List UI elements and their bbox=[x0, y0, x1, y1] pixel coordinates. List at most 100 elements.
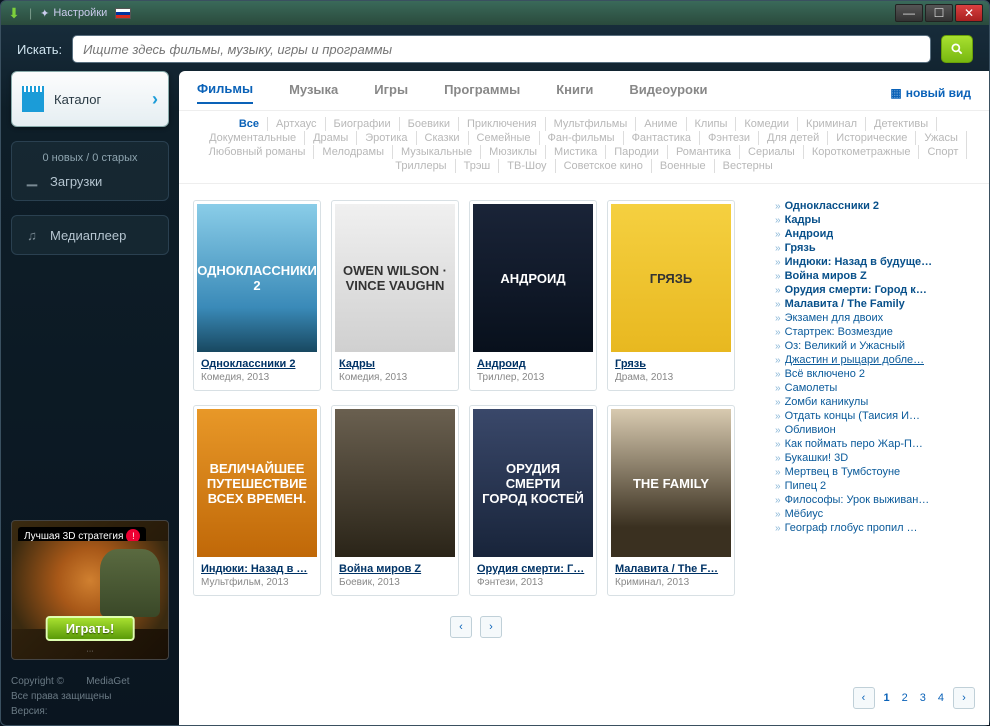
movie-card[interactable]: THE FAMILYМалавита / The F…Криминал, 201… bbox=[607, 405, 735, 596]
genre-tag[interactable]: ТВ-Шоу bbox=[499, 159, 555, 173]
genre-tag[interactable]: Исторические bbox=[828, 131, 916, 145]
right-list-item[interactable]: »Философы: Урок выживан… bbox=[775, 494, 975, 508]
genre-tag[interactable]: Музыкальные bbox=[393, 145, 481, 159]
settings-button[interactable]: ✦ Настройки bbox=[40, 7, 107, 20]
right-list-item[interactable]: »Отдать концы (Таисия И… bbox=[775, 410, 975, 424]
genre-tag[interactable]: Приключения bbox=[459, 117, 546, 131]
right-pager-prev-button[interactable]: ‹ bbox=[853, 687, 875, 709]
genre-tag[interactable]: Мелодрамы bbox=[314, 145, 393, 159]
genre-tag[interactable]: Любовный романы bbox=[201, 145, 315, 159]
genre-tag[interactable]: Драмы bbox=[305, 131, 357, 145]
right-list-item[interactable]: »Орудия смерти: Город к… bbox=[775, 284, 975, 298]
genre-tag[interactable]: Фэнтези bbox=[700, 131, 759, 145]
movie-card[interactable]: ГРЯЗЬГрязьДрама, 2013 bbox=[607, 200, 735, 391]
movie-card[interactable]: ОРУДИЯ СМЕРТИГОРОД КОСТЕЙОрудия смерти: … bbox=[469, 405, 597, 596]
right-list-item[interactable]: »Экзамен для двоих bbox=[775, 312, 975, 326]
right-list-item[interactable]: »Самолеты bbox=[775, 382, 975, 396]
flag-ru-icon[interactable] bbox=[115, 8, 131, 19]
genre-tag[interactable]: Романтика bbox=[668, 145, 740, 159]
right-list-item[interactable]: »Война миров Z bbox=[775, 270, 975, 284]
right-list-item[interactable]: »Всё включено 2 bbox=[775, 368, 975, 382]
new-view-button[interactable]: ▦новый вид bbox=[890, 86, 971, 100]
right-list-item[interactable]: »Грязь bbox=[775, 242, 975, 256]
genre-tag[interactable]: Ужасы bbox=[916, 131, 967, 145]
window-minimize-button[interactable]: — bbox=[895, 4, 923, 22]
sidebar-item-mediaplayer[interactable]: ♫ Медиаплеер bbox=[11, 215, 169, 255]
search-input[interactable] bbox=[72, 35, 931, 63]
genre-tag[interactable]: Мультфильмы bbox=[546, 117, 637, 131]
right-list-item[interactable]: »Андроид bbox=[775, 228, 975, 242]
genre-tag[interactable]: Биографии bbox=[326, 117, 400, 131]
topnav-item[interactable]: Программы bbox=[444, 82, 520, 103]
pager-prev-button[interactable]: ‹ bbox=[450, 616, 472, 638]
window-maximize-button[interactable]: ☐ bbox=[925, 4, 953, 22]
genre-tag[interactable]: Клипы bbox=[687, 117, 737, 131]
right-list-item[interactable]: »Географ глобус пропил … bbox=[775, 522, 975, 536]
right-list-item[interactable]: »Одноклассники 2 bbox=[775, 200, 975, 214]
sidebar-item-label: Каталог bbox=[54, 92, 101, 107]
pager-next-button[interactable]: › bbox=[480, 616, 502, 638]
ad-fineprint: ··· bbox=[12, 648, 168, 655]
ad-play-button[interactable]: Играть! bbox=[46, 616, 135, 641]
genre-tag[interactable]: Артхаус bbox=[268, 117, 326, 131]
genre-tag[interactable]: Комедии bbox=[736, 117, 798, 131]
topnav-item[interactable]: Музыка bbox=[289, 82, 338, 103]
genre-tag[interactable]: Мистика bbox=[546, 145, 606, 159]
right-list-item[interactable]: »Оз: Великий и Ужасный bbox=[775, 340, 975, 354]
right-pager-page[interactable]: 4 bbox=[935, 692, 947, 704]
right-pager-next-button[interactable]: › bbox=[953, 687, 975, 709]
genre-tag[interactable]: Аниме bbox=[636, 117, 686, 131]
right-list-item[interactable]: »Букашки! 3D bbox=[775, 452, 975, 466]
right-list-item[interactable]: »Кадры bbox=[775, 214, 975, 228]
right-list-item[interactable]: »Джастин и рыцари добле… bbox=[775, 354, 975, 368]
right-list-item[interactable]: »Пипец 2 bbox=[775, 480, 975, 494]
genre-tag[interactable]: Фантастика bbox=[624, 131, 700, 145]
genre-tag[interactable]: Трэш bbox=[456, 159, 500, 173]
genre-tag[interactable]: Документальные bbox=[201, 131, 305, 145]
movie-card[interactable]: АНДРОИДАндроидТриллер, 2013 bbox=[469, 200, 597, 391]
genre-tag[interactable]: Короткометражные bbox=[804, 145, 920, 159]
genre-tag[interactable]: Триллеры bbox=[387, 159, 455, 173]
movie-card[interactable]: OWEN WILSON · VINCE VAUGHNКадрыКомедия, … bbox=[331, 200, 459, 391]
movie-card[interactable]: ОДНОКЛАССНИКИ 2Одноклассники 2Комедия, 2… bbox=[193, 200, 321, 391]
right-list-item[interactable]: »Мёбиус bbox=[775, 508, 975, 522]
right-list-item[interactable]: »Zомби каникулы bbox=[775, 396, 975, 410]
genre-tag[interactable]: Сказки bbox=[417, 131, 469, 145]
genre-tag[interactable]: Семейные bbox=[469, 131, 540, 145]
ad-banner[interactable]: Лучшая 3D стратегия ! Играть! ··· bbox=[11, 520, 169, 660]
right-list-item[interactable]: »Малавита / The Family bbox=[775, 298, 975, 312]
topnav-item[interactable]: Фильмы bbox=[197, 81, 253, 104]
genre-tag[interactable]: Эротика bbox=[357, 131, 416, 145]
genre-tag[interactable]: Вестерны bbox=[715, 159, 781, 173]
genre-tag[interactable]: Для детей bbox=[759, 131, 828, 145]
topnav-item[interactable]: Видеоуроки bbox=[629, 82, 707, 103]
topnav-item[interactable]: Книги bbox=[556, 82, 593, 103]
genre-tag[interactable]: Детективы bbox=[866, 117, 937, 131]
right-list-item[interactable]: »Как поймать перо Жар-П… bbox=[775, 438, 975, 452]
genre-tag[interactable]: Все bbox=[231, 117, 268, 131]
genre-tag[interactable]: Спорт bbox=[919, 145, 967, 159]
movie-card[interactable]: ВЕЛИЧАЙШЕЕ ПУТЕШЕСТВИЕ ВСЕХ ВРЕМЕН.Индюк… bbox=[193, 405, 321, 596]
genre-tag[interactable]: Фан-фильмы bbox=[540, 131, 624, 145]
right-list-item[interactable]: »Обливион bbox=[775, 424, 975, 438]
topnav-item[interactable]: Игры bbox=[374, 82, 408, 103]
window-close-button[interactable]: ✕ bbox=[955, 4, 983, 22]
right-pager-page[interactable]: 3 bbox=[917, 692, 929, 704]
right-pager-page[interactable]: 1 bbox=[881, 692, 893, 704]
sidebar-item-downloads[interactable]: 0 новых / 0 старых Загрузки bbox=[11, 141, 169, 201]
genre-tag[interactable]: Сериалы bbox=[740, 145, 804, 159]
right-pager-page[interactable]: 2 bbox=[899, 692, 911, 704]
search-button[interactable] bbox=[941, 35, 973, 63]
right-list-item[interactable]: »Мертвец в Тумбстоуне bbox=[775, 466, 975, 480]
genre-tag[interactable]: Пародии bbox=[606, 145, 668, 159]
genre-tag[interactable]: Военные bbox=[652, 159, 715, 173]
movie-meta: Криминал, 2013 bbox=[615, 577, 727, 588]
genre-tag[interactable]: Криминал bbox=[798, 117, 866, 131]
genre-tag[interactable]: Боевики bbox=[400, 117, 459, 131]
right-list-item[interactable]: »Стартрек: Возмездие bbox=[775, 326, 975, 340]
right-list-item[interactable]: »Индюки: Назад в будуще… bbox=[775, 256, 975, 270]
genre-tag[interactable]: Мюзиклы bbox=[481, 145, 546, 159]
movie-card[interactable]: Война миров ZБоевик, 2013 bbox=[331, 405, 459, 596]
genre-tag[interactable]: Советское кино bbox=[556, 159, 652, 173]
sidebar-item-catalog[interactable]: Каталог › bbox=[11, 71, 169, 127]
